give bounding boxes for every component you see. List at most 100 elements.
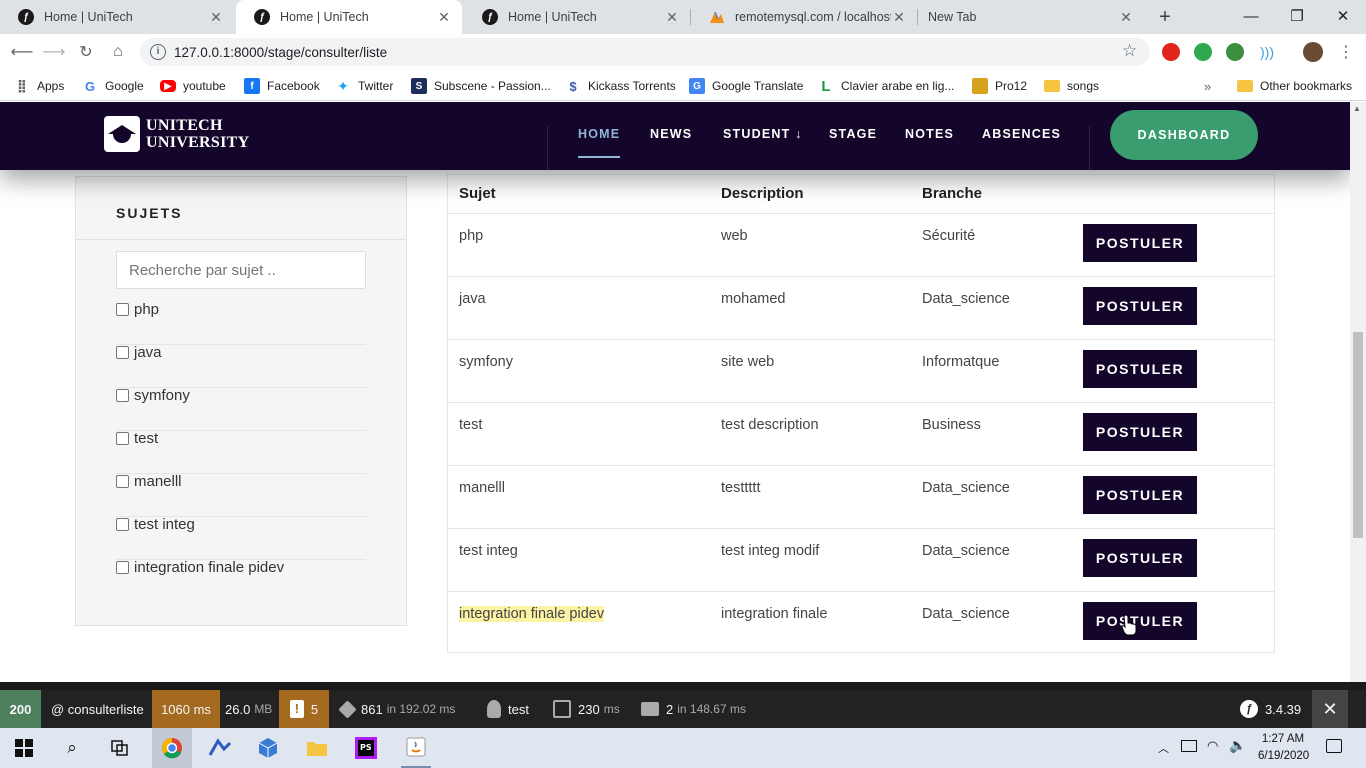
checkbox[interactable]: [116, 561, 129, 574]
checkbox[interactable]: [116, 518, 129, 531]
postuler-button[interactable]: POSTULER: [1083, 287, 1197, 325]
sound-extension-icon[interactable]: ))): [1258, 43, 1276, 61]
opera-extension-icon[interactable]: [1162, 43, 1180, 61]
bookmarks-overflow-icon[interactable]: »: [1204, 77, 1211, 95]
phpstorm-icon[interactable]: PS: [352, 734, 380, 762]
scrollbar-thumb[interactable]: [1353, 332, 1363, 538]
request-time[interactable]: 1060 ms: [152, 690, 220, 728]
menu-home[interactable]: HOME: [578, 127, 620, 141]
cell-description: site web: [721, 354, 775, 370]
home-icon[interactable]: ⌂: [107, 41, 129, 63]
bookmark-clavier-arabe[interactable]: L Clavier arabe en lig...: [818, 77, 954, 95]
forward-arrow-icon[interactable]: ⟶: [43, 41, 66, 63]
bookmark-twitter[interactable]: ✦ Twitter: [335, 77, 393, 95]
globe-extension-icon[interactable]: [1226, 43, 1244, 61]
menu-absences[interactable]: ABSENCES: [982, 127, 1061, 141]
postuler-button[interactable]: POSTULER: [1083, 476, 1197, 514]
browser-tab[interactable]: New Tab ✕: [918, 0, 1144, 34]
menu-notes[interactable]: NOTES: [905, 127, 954, 141]
site-logo[interactable]: UNITECH UNIVERSITY: [104, 116, 249, 152]
notifications-icon[interactable]: [1326, 739, 1342, 753]
cache-calls[interactable]: 2 in 148.67 ms: [641, 690, 746, 728]
filter-option[interactable]: java: [116, 345, 366, 388]
postuler-button[interactable]: POSTULER: [1083, 539, 1197, 577]
bookmark-google[interactable]: G Google: [82, 77, 144, 95]
security-user[interactable]: test: [487, 690, 529, 728]
bookmark-kickass[interactable]: $ Kickass Torrents: [565, 77, 675, 95]
close-icon[interactable]: ✕: [436, 9, 452, 26]
browser-tab[interactable]: remotemysql.com / localhost / ✕: [691, 0, 917, 34]
browser-tab[interactable]: ƒ Home | UniTech ✕: [464, 0, 690, 34]
postuler-button[interactable]: POSTULER: [1083, 602, 1197, 640]
task-view-icon[interactable]: [106, 734, 134, 762]
reload-icon[interactable]: ↻: [75, 41, 97, 63]
checkbox[interactable]: [116, 475, 129, 488]
status-code[interactable]: 200: [0, 690, 41, 728]
menu-kebab-icon[interactable]: ⋮: [1338, 42, 1354, 62]
wifi-icon[interactable]: ◠: [1207, 738, 1218, 754]
volume-icon[interactable]: 🔈: [1229, 737, 1246, 754]
filter-option[interactable]: test: [116, 431, 366, 474]
menu-news[interactable]: NEWS: [650, 127, 692, 141]
scroll-up-icon[interactable]: ▲: [1353, 104, 1361, 113]
symfony-version[interactable]: ƒ 3.4.39: [1240, 690, 1301, 728]
dashboard-button[interactable]: DASHBOARD: [1110, 110, 1258, 160]
bookmark-star-icon[interactable]: ☆: [1122, 41, 1137, 61]
search-input[interactable]: [116, 251, 366, 289]
bookmark-facebook[interactable]: f Facebook: [244, 77, 320, 95]
bookmark-google-translate[interactable]: G Google Translate: [689, 77, 803, 95]
profile-avatar[interactable]: [1303, 42, 1323, 62]
battery-icon[interactable]: [1181, 740, 1197, 752]
checkbox[interactable]: [116, 432, 129, 445]
postuler-button[interactable]: POSTULER: [1083, 413, 1197, 451]
restore-icon[interactable]: ❐: [1274, 0, 1320, 32]
close-icon[interactable]: ✕: [1118, 9, 1134, 26]
chrome-taskbar-icon[interactable]: [152, 728, 192, 768]
app-taskbar-icon[interactable]: [206, 734, 234, 762]
close-icon[interactable]: ✕: [891, 9, 907, 26]
bookmark-songs[interactable]: songs: [1044, 77, 1099, 95]
other-bookmarks[interactable]: Other bookmarks: [1237, 77, 1352, 95]
file-explorer-icon[interactable]: [303, 734, 331, 762]
postuler-button[interactable]: POSTULER: [1083, 224, 1197, 262]
filter-option[interactable]: integration finale pidev: [116, 560, 366, 603]
checkbox[interactable]: [116, 389, 129, 402]
info-icon[interactable]: i: [150, 44, 166, 60]
checkbox[interactable]: [116, 346, 129, 359]
windows-start-icon[interactable]: [10, 734, 38, 762]
show-hidden-icons[interactable]: ︿: [1158, 740, 1169, 756]
bookmark-apps[interactable]: ⣿ Apps: [14, 77, 64, 95]
cube-app-icon[interactable]: [254, 734, 282, 762]
extension-off-icon[interactable]: [1194, 43, 1212, 61]
minimize-icon[interactable]: —: [1228, 0, 1274, 32]
bookmark-pro12[interactable]: Pro12: [972, 77, 1027, 95]
warnings-panel[interactable]: ! 5: [279, 690, 329, 728]
menu-stage[interactable]: STAGE: [829, 127, 877, 141]
search-icon[interactable]: ⌕: [58, 734, 86, 762]
new-tab-plus-icon[interactable]: +: [1154, 6, 1176, 28]
menu-student[interactable]: STUDENT ↓: [723, 127, 803, 141]
route-name[interactable]: @ consulterliste: [51, 690, 144, 728]
filter-option[interactable]: manelll: [116, 474, 366, 517]
checkbox[interactable]: [116, 303, 129, 316]
postuler-button[interactable]: POSTULER: [1083, 350, 1197, 388]
browser-tab-active[interactable]: ƒ Home | UniTech ✕: [236, 0, 462, 34]
twig-render[interactable]: 230 ms: [553, 690, 620, 728]
browser-tab-strip: ƒ Home | UniTech ✕ ƒ Home | UniTech ✕ ƒ …: [0, 0, 1366, 34]
bookmark-youtube[interactable]: ▶ youtube: [160, 77, 226, 95]
filter-option[interactable]: test integ: [116, 517, 366, 560]
window-close-icon[interactable]: ✕: [1320, 0, 1366, 32]
close-toolbar-icon[interactable]: ✕: [1312, 690, 1348, 728]
filter-option[interactable]: php: [116, 302, 366, 345]
browser-tab[interactable]: ƒ Home | UniTech ✕: [0, 0, 234, 34]
doctrine-queries[interactable]: 861 in 192.02 ms: [338, 690, 455, 728]
back-arrow-icon[interactable]: ⟵: [11, 41, 34, 63]
filter-option[interactable]: symfony: [116, 388, 366, 431]
java-app-icon[interactable]: [401, 728, 431, 768]
close-icon[interactable]: ✕: [664, 9, 680, 26]
memory-usage[interactable]: 26.0 MB: [225, 690, 272, 728]
close-icon[interactable]: ✕: [208, 9, 224, 26]
taskbar-clock[interactable]: 1:27 AM 6/19/2020: [1258, 731, 1309, 765]
bookmark-subscene[interactable]: S Subscene - Passion...: [411, 77, 551, 95]
cell-sujet: integration finale pidev: [459, 606, 605, 622]
